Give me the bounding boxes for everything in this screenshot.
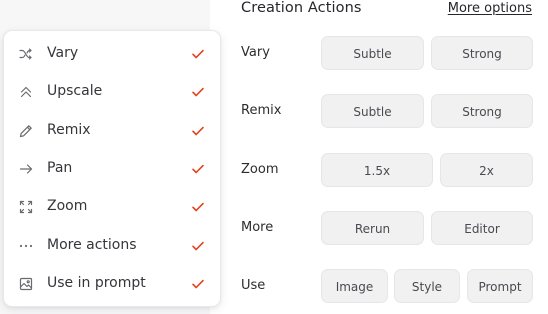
action-row-more: More Rerun Editor	[210, 211, 548, 247]
creation-actions-panel: Creation Actions More options Vary Subtl…	[210, 0, 548, 314]
zoom-2x-button[interactable]: 2x	[440, 153, 533, 187]
menu-item-upscale[interactable]: Upscale	[4, 73, 220, 111]
checkmark-icon	[191, 162, 205, 176]
use-prompt-button[interactable]: Prompt	[467, 269, 533, 303]
menu-item-pan[interactable]: Pan	[4, 150, 220, 188]
action-row-use: Use Image Style Prompt	[210, 269, 548, 305]
expand-icon	[18, 199, 34, 215]
checkmark-icon	[191, 47, 205, 61]
more-options-link[interactable]: More options	[448, 1, 532, 16]
action-row-remix: Remix Subtle Strong	[210, 94, 548, 130]
menu-item-label: Remix	[47, 122, 91, 138]
menu-item-more-actions[interactable]: More actions	[4, 227, 220, 265]
checkmark-icon	[191, 277, 205, 291]
menu-item-label: Vary	[47, 45, 79, 61]
checkmark-icon	[191, 85, 205, 99]
use-style-button[interactable]: Style	[394, 269, 460, 303]
row-label: Zoom	[241, 162, 279, 177]
actions-dropdown-menu: Vary Upscale Remix Pan Zoom More actions…	[3, 30, 221, 307]
arrow-right-icon	[18, 161, 34, 177]
menu-item-zoom[interactable]: Zoom	[4, 188, 220, 226]
use-image-button[interactable]: Image	[321, 269, 388, 303]
shuffle-icon	[18, 46, 34, 62]
checkmark-icon	[191, 124, 205, 138]
menu-item-label: Use in prompt	[47, 275, 146, 291]
ellipsis-icon	[18, 238, 34, 254]
image-frame-icon	[18, 276, 34, 292]
editor-button[interactable]: Editor	[431, 211, 533, 245]
action-row-vary: Vary Subtle Strong	[210, 36, 548, 72]
remix-strong-button[interactable]: Strong	[431, 94, 533, 128]
menu-item-label: Upscale	[47, 83, 103, 99]
zoom-1-5x-button[interactable]: 1.5x	[321, 153, 433, 187]
vary-subtle-button[interactable]: Subtle	[321, 36, 424, 70]
checkmark-icon	[191, 200, 205, 214]
menu-item-label: Pan	[47, 160, 73, 176]
rerun-button[interactable]: Rerun	[321, 211, 424, 245]
menu-item-label: Zoom	[47, 198, 88, 214]
remix-subtle-button[interactable]: Subtle	[321, 94, 424, 128]
menu-item-vary[interactable]: Vary	[4, 35, 220, 73]
action-row-zoom: Zoom 1.5x 2x	[210, 153, 548, 189]
menu-item-label: More actions	[47, 237, 137, 253]
vary-strong-button[interactable]: Strong	[431, 36, 533, 70]
double-chevron-up-icon	[18, 84, 34, 100]
pencil-icon	[18, 123, 34, 139]
menu-item-use-in-prompt[interactable]: Use in prompt	[4, 265, 220, 303]
row-label: Use	[241, 278, 266, 293]
panel-title: Creation Actions	[241, 0, 362, 16]
row-label: More	[241, 220, 274, 235]
row-label: Remix	[241, 103, 282, 118]
menu-item-remix[interactable]: Remix	[4, 112, 220, 150]
row-label: Vary	[241, 45, 270, 60]
checkmark-icon	[191, 239, 205, 253]
